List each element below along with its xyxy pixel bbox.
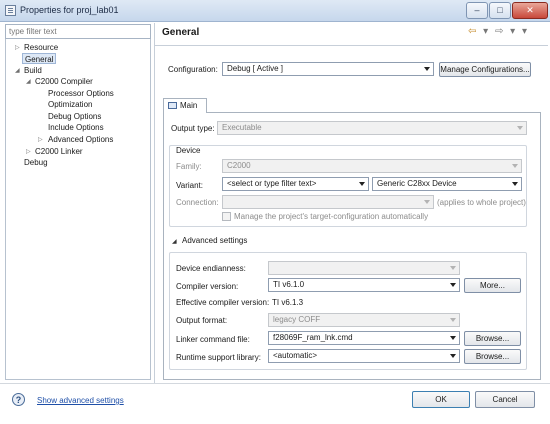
chevron-down-icon	[517, 126, 523, 130]
back-menu-icon[interactable]: ▾	[483, 26, 490, 37]
manage-configurations-button[interactable]: Manage Configurations...	[439, 62, 531, 77]
tree-item-c2000-compiler[interactable]: C2000 Compiler	[35, 76, 93, 87]
output-type-value: Executable	[222, 123, 262, 132]
runtime-library-label: Runtime support library:	[176, 353, 261, 362]
variant-filter-value: <select or type filter text>	[227, 179, 317, 188]
expand-icon[interactable]: ▷	[15, 44, 20, 51]
effective-compiler-value: TI v6.1.3	[272, 298, 304, 307]
variant-label: Variant:	[176, 181, 203, 190]
header-divider	[155, 45, 548, 46]
panel-divider	[154, 23, 155, 383]
back-arrow-icon[interactable]: ⇦	[468, 26, 478, 37]
expand-icon[interactable]: ▷	[26, 148, 31, 155]
cancel-button[interactable]: Cancel	[475, 391, 535, 408]
view-menu-icon[interactable]: ▾	[522, 26, 529, 37]
family-value: C2000	[227, 161, 251, 170]
tree-item-general[interactable]: General	[22, 53, 57, 64]
more-button[interactable]: More...	[464, 278, 521, 293]
footer-divider	[0, 383, 550, 384]
forward-arrow-icon[interactable]: ⇨	[495, 26, 505, 37]
page-title: General	[162, 27, 200, 38]
expand-icon[interactable]: ▷	[38, 136, 43, 143]
variant-filter-input[interactable]: <select or type filter text>	[222, 177, 369, 191]
output-format-value: legacy COFF	[273, 315, 321, 324]
chevron-down-icon	[450, 283, 456, 287]
help-icon[interactable]: ?	[12, 393, 25, 406]
tree-item-resource[interactable]: Resource	[24, 42, 58, 53]
chevron-down-icon	[512, 182, 518, 186]
endianness-label: Device endianness:	[176, 264, 246, 273]
runtime-library-select[interactable]: <automatic>	[268, 349, 460, 363]
app-icon	[5, 5, 16, 16]
advanced-settings-title[interactable]: Advanced settings	[182, 236, 247, 245]
maximize-button[interactable]: □	[489, 2, 511, 19]
family-label: Family:	[176, 162, 202, 171]
chevron-down-icon	[512, 164, 518, 168]
tree-item-build[interactable]: Build	[24, 65, 42, 76]
device-group-title: Device	[176, 146, 201, 155]
output-format-select: legacy COFF	[268, 313, 460, 327]
history-nav: ⇦ ▾ ⇨ ▾ ▾	[468, 26, 529, 37]
browse-runtime-button[interactable]: Browse...	[464, 349, 521, 364]
connection-note: (applies to whole project)	[437, 198, 526, 207]
collapse-icon[interactable]: ◢	[15, 67, 20, 74]
ok-button[interactable]: OK	[412, 391, 470, 408]
linker-command-label: Linker command file:	[176, 335, 250, 344]
tree-item-optimization[interactable]: Optimization	[48, 99, 92, 110]
output-format-label: Output format:	[176, 316, 228, 325]
linker-command-value: f28069F_ram_lnk.cmd	[273, 333, 353, 342]
compiler-version-label: Compiler version:	[176, 282, 239, 291]
tree-item-processor-options[interactable]: Processor Options	[48, 88, 114, 99]
chevron-down-icon	[450, 266, 456, 270]
tree-item-advanced-options[interactable]: Advanced Options	[48, 134, 113, 145]
connection-select	[222, 195, 434, 209]
chevron-down-icon	[424, 67, 430, 71]
connection-label: Connection:	[176, 198, 219, 207]
chevron-down-icon	[450, 336, 456, 340]
effective-compiler-label: Effective compiler version:	[176, 298, 270, 307]
show-advanced-settings-link[interactable]: Show advanced settings	[37, 396, 124, 405]
filter-input[interactable]	[5, 24, 151, 39]
chevron-down-icon	[424, 200, 430, 204]
compiler-version-select[interactable]: TI v6.1.0	[268, 278, 460, 292]
configuration-value: Debug [ Active ]	[227, 64, 284, 73]
collapse-icon[interactable]: ◢	[172, 238, 177, 245]
window-title: Properties for proj_lab01	[20, 5, 119, 15]
chevron-down-icon	[450, 318, 456, 322]
manage-target-checkbox	[222, 212, 231, 221]
collapse-icon[interactable]: ◢	[26, 78, 31, 85]
variant-value: Generic C28xx Device	[377, 179, 457, 188]
configuration-label: Configuration:	[168, 65, 218, 74]
forward-menu-icon[interactable]: ▾	[510, 26, 517, 37]
family-select: C2000	[222, 159, 522, 173]
chevron-down-icon	[359, 182, 365, 186]
endianness-select	[268, 261, 460, 275]
tab-main-icon	[168, 102, 177, 109]
tree-item-debug-options[interactable]: Debug Options	[48, 111, 101, 122]
output-type-select: Executable	[217, 121, 527, 135]
linker-command-select[interactable]: f28069F_ram_lnk.cmd	[268, 331, 460, 345]
configuration-select[interactable]: Debug [ Active ]	[222, 62, 434, 76]
tree-item-c2000-linker[interactable]: C2000 Linker	[35, 146, 83, 157]
tree-item-include-options[interactable]: Include Options	[48, 122, 104, 133]
runtime-library-value: <automatic>	[273, 351, 318, 360]
chevron-down-icon	[450, 354, 456, 358]
manage-target-label: Manage the project's target-configuratio…	[234, 212, 429, 221]
browse-linker-button[interactable]: Browse...	[464, 331, 521, 346]
tree-item-debug[interactable]: Debug	[24, 157, 48, 168]
compiler-version-value: TI v6.1.0	[273, 280, 305, 289]
minimize-button[interactable]: –	[466, 2, 488, 19]
close-button[interactable]: ✕	[512, 2, 548, 19]
output-type-label: Output type:	[171, 124, 215, 133]
variant-select[interactable]: Generic C28xx Device	[372, 177, 522, 191]
